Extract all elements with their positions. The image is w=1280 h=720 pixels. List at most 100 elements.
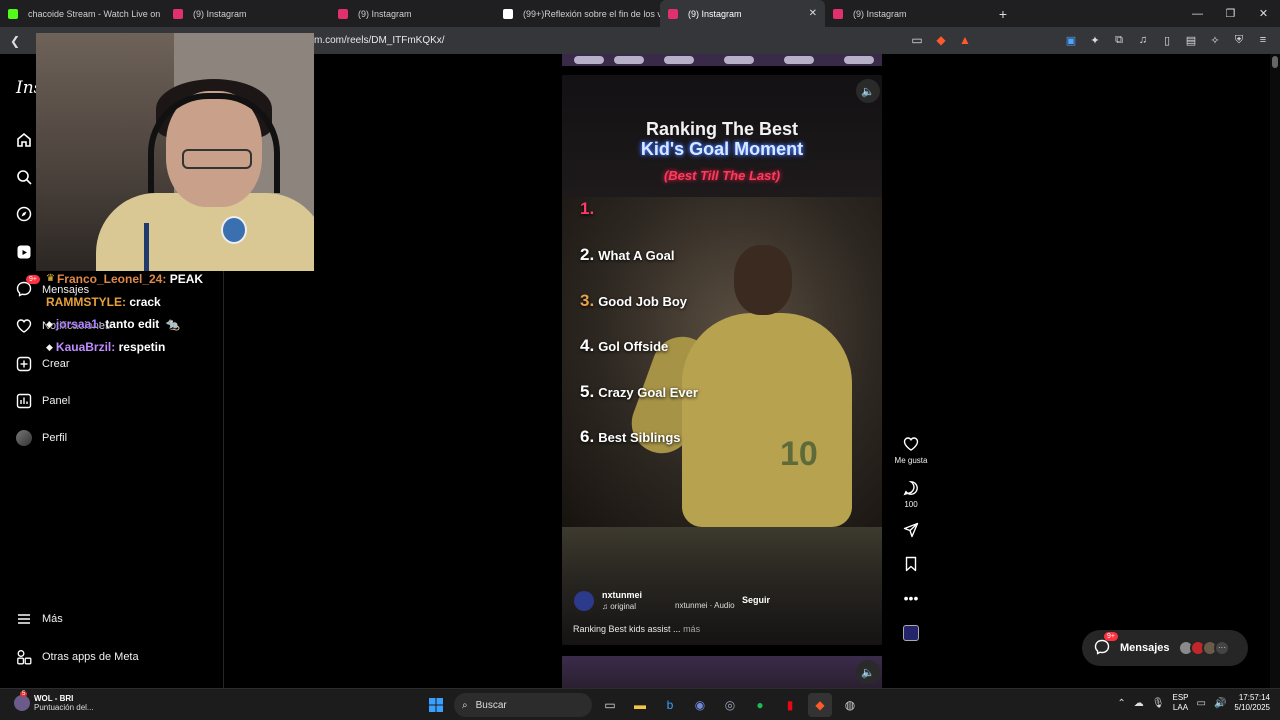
address-bar[interactable]: m.com/reels/DM_ITFmKQKx/	[300, 30, 980, 51]
cloud-icon[interactable]: ☁	[1134, 698, 1144, 709]
crown-icon: ♛	[46, 273, 55, 284]
volume-icon[interactable]: 🔊	[1214, 698, 1226, 709]
reel-jersey-number: 10	[780, 435, 818, 473]
task-view-icon[interactable]: ▭	[598, 693, 622, 717]
wallet-icon[interactable]: ▤	[1180, 29, 1202, 51]
rank-text: Best Siblings	[598, 430, 681, 445]
new-tab-button[interactable]: +	[990, 0, 1016, 27]
widget-subtitle: Puntuación del...	[34, 703, 94, 712]
bing-icon[interactable]: b	[658, 693, 682, 717]
puzzle-icon[interactable]: ✦	[1084, 29, 1106, 51]
tab-instagram-active[interactable]: (9) Instagram ✕	[660, 0, 825, 27]
like-button[interactable]: Me gusta	[890, 434, 932, 465]
badge-icon: ◆	[46, 341, 53, 352]
restore-icon[interactable]: ❐	[1214, 0, 1247, 27]
close-window-icon[interactable]: ✕	[1247, 0, 1280, 27]
sidebar-item-panel[interactable]: Panel	[14, 391, 70, 411]
vpn-icon[interactable]: ⛨	[1228, 29, 1250, 51]
sidebar-icon[interactable]: ▯	[1156, 29, 1178, 51]
close-tab-icon[interactable]: ✕	[809, 8, 817, 19]
messages-floating-button[interactable]: 9+ Mensajes ···	[1082, 630, 1248, 666]
microphone-icon[interactable]: 🎙	[1152, 698, 1165, 709]
audio-label: original	[610, 602, 637, 611]
brave-icon[interactable]: ◆	[808, 693, 832, 717]
chat-message: ◆ KauaBrzil: respetin	[46, 336, 203, 359]
reel-decoration	[844, 56, 874, 64]
heart-icon	[901, 434, 921, 454]
audio-credit[interactable]: nxtunmei · Audio	[675, 601, 735, 610]
caption-more-link[interactable]: más	[683, 624, 700, 634]
reel-subtitle: Kid's Goal Moment	[640, 139, 804, 159]
audio-thumbnail[interactable]	[903, 625, 919, 641]
sidebar-item-profile[interactable]: Perfil	[14, 428, 67, 448]
tab-instagram-1[interactable]: (9) Instagram	[165, 0, 330, 27]
brave-shield-icon[interactable]: ◆	[930, 29, 952, 51]
follow-button[interactable]: Seguir	[742, 595, 770, 605]
tiktok-icon	[503, 8, 513, 19]
share-button[interactable]	[890, 520, 932, 540]
discord-icon[interactable]: ◉	[688, 693, 712, 717]
speaker-icon: 🔈	[861, 666, 875, 679]
menu-icon[interactable]: ≡	[1252, 29, 1274, 51]
heart-icon	[14, 316, 34, 336]
messenger-icon: 9+	[14, 275, 40, 299]
next-reel-peek[interactable]: 🔈	[562, 656, 882, 688]
file-explorer-icon[interactable]: ▬	[628, 693, 652, 717]
audio-row[interactable]: ♫ original	[602, 602, 642, 611]
tab-instagram-2[interactable]: (9) Instagram	[330, 0, 495, 27]
tab-label: chacoide Stream - Watch Live on	[28, 8, 161, 19]
minimize-icon[interactable]: —	[1181, 0, 1214, 27]
home-icon	[14, 130, 34, 150]
obs-icon[interactable]: ◍	[838, 693, 862, 717]
save-button[interactable]	[890, 554, 932, 574]
brave-rewards-icon[interactable]: ▲	[954, 29, 976, 51]
taskbar-search[interactable]: ⌕ Buscar	[454, 693, 592, 717]
sidebar-item-meta-apps[interactable]: Otras apps de Meta	[14, 647, 139, 667]
webcam-overlay	[36, 33, 314, 271]
rank-number: 6.	[580, 427, 595, 446]
rank-text: What A Goal	[598, 248, 675, 263]
plus-icon	[14, 354, 34, 374]
page-scrollbar[interactable]	[1270, 54, 1280, 688]
reel-decoration	[784, 56, 814, 64]
tab-label: (99+)Reflexión sobre el fin de los vid	[523, 8, 660, 19]
mute-button[interactable]: 🔈	[856, 79, 880, 103]
steam-icon[interactable]: ◎	[718, 693, 742, 717]
tab-tiktok[interactable]: (99+)Reflexión sobre el fin de los vid	[495, 0, 660, 27]
language-indicator[interactable]: ESP LAA	[1172, 693, 1188, 713]
extension-icon[interactable]: ▣	[1060, 29, 1082, 51]
comment-button[interactable]: 100	[890, 478, 932, 509]
spotify-icon[interactable]: ●	[748, 693, 772, 717]
instagram-icon	[173, 8, 183, 19]
rank-number: 2.	[580, 245, 595, 264]
music-icon[interactable]: ♫	[1132, 29, 1154, 51]
tab-instagram-3[interactable]: (9) Instagram	[825, 0, 990, 27]
chevron-up-icon[interactable]: ⌃	[1117, 698, 1125, 709]
scrollbar-thumb[interactable]	[1272, 56, 1278, 68]
widget-badge: 5	[20, 691, 28, 697]
leo-ai-icon[interactable]: ✧	[1204, 29, 1226, 51]
previous-reel-peek[interactable]	[562, 54, 882, 66]
comment-count: 100	[904, 500, 918, 509]
tab-kick-stream[interactable]: chacoide Stream - Watch Live on	[0, 0, 165, 27]
author-avatar[interactable]	[574, 590, 594, 611]
widgets-button[interactable]: 5 WOL - BRI Puntuación del...	[14, 691, 94, 712]
messenger-icon: 9+	[1094, 631, 1118, 658]
clock[interactable]: 17:57:14 5/10/2025	[1234, 693, 1270, 713]
reel-decoration	[724, 56, 754, 64]
monitor-icon[interactable]: ▭	[1197, 698, 1206, 709]
cast-icon[interactable]: ▭	[906, 29, 928, 51]
back-button[interactable]: ❮	[4, 30, 26, 52]
rank-item-2: 2. What A Goal	[580, 245, 675, 265]
music-note-icon: ♫	[602, 602, 608, 611]
windows-start-icon[interactable]	[424, 693, 448, 717]
reel-video[interactable]: 10 🔈 Ranking The Best Kid's Goal Moment …	[562, 75, 882, 645]
more-options-button[interactable]: •••	[890, 588, 932, 608]
webcam-shirt-crest	[221, 216, 247, 244]
chat-text: tanto edit	[105, 317, 160, 331]
next-reel-mute-button[interactable]: 🔈	[856, 660, 880, 684]
screenshot-icon[interactable]: ⧉	[1108, 29, 1130, 51]
author-name[interactable]: nxtunmei	[602, 590, 642, 600]
netflix-icon[interactable]: ▮	[778, 693, 802, 717]
sidebar-item-more[interactable]: Más	[14, 609, 63, 629]
